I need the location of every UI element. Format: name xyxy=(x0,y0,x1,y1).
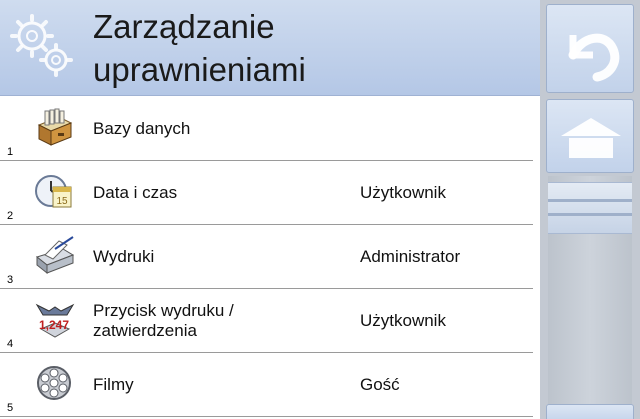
item-label: Bazy danych xyxy=(93,119,191,138)
database-icon xyxy=(37,108,73,146)
back-arrow-icon xyxy=(568,33,620,82)
item-value: Użytkownik xyxy=(360,183,446,202)
page-title-line2: uprawnieniami xyxy=(93,51,306,88)
back-button[interactable] xyxy=(546,4,634,93)
list-item[interactable]: Wydruki Administrator 3 xyxy=(0,225,540,289)
item-label: Filmy xyxy=(93,375,134,394)
divider xyxy=(0,416,533,417)
title-bar: Zarządzanie uprawnieniami xyxy=(0,0,540,96)
printer-icon xyxy=(35,236,75,275)
clock-calendar-icon: 15 xyxy=(35,175,72,208)
item-label-line2: zatwierdzenia xyxy=(93,321,197,340)
home-icon xyxy=(561,118,621,158)
list-item[interactable]: 15 Data i czas Użytkownik 2 xyxy=(0,161,540,225)
svg-text:15: 15 xyxy=(56,196,68,207)
list-item[interactable]: 1,247 Przycisk wydruku / zatwierdzenia U… xyxy=(0,289,540,353)
print-confirm-icon: 1,247 xyxy=(35,303,75,338)
item-number: 5 xyxy=(7,402,14,414)
scrollbar-thumb[interactable] xyxy=(548,182,632,234)
list-item[interactable]: Bazy danych 1 xyxy=(0,97,540,161)
item-number: 2 xyxy=(7,210,14,222)
film-reel-icon xyxy=(37,366,71,400)
item-label: Wydruki xyxy=(93,247,155,266)
item-number: 1 xyxy=(7,146,14,158)
item-value: Gość xyxy=(360,375,400,394)
thumb-grip-line xyxy=(548,213,632,216)
scroll-down-button[interactable] xyxy=(546,404,634,419)
svg-text:1,247: 1,247 xyxy=(39,318,69,332)
page-title-line1: Zarządzanie xyxy=(93,8,275,45)
item-value: Administrator xyxy=(360,247,461,266)
item-number: 3 xyxy=(7,274,14,286)
home-button[interactable] xyxy=(546,99,634,173)
item-number: 4 xyxy=(7,338,14,350)
item-label: Przycisk wydruku / xyxy=(93,301,234,320)
thumb-grip-line xyxy=(548,199,632,202)
gears-icon xyxy=(10,14,73,77)
list-item[interactable]: Filmy Gość 5 xyxy=(0,353,540,417)
item-label: Data i czas xyxy=(93,183,178,202)
navigation-bar xyxy=(540,0,640,419)
item-value: Użytkownik xyxy=(360,311,446,330)
